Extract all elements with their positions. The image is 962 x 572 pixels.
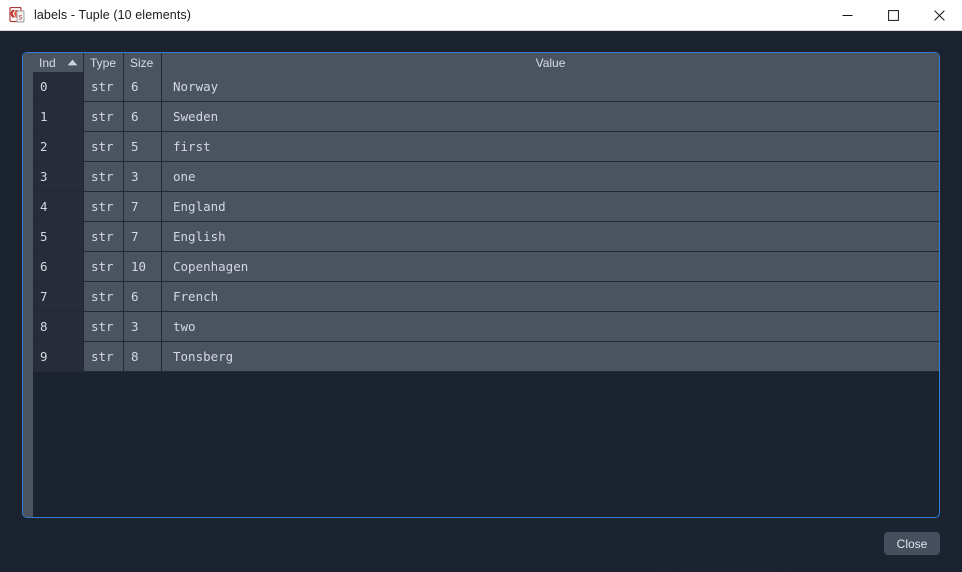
cell-index[interactable]: 6 [33, 252, 84, 281]
table-row[interactable]: 4 str 7 England [33, 192, 939, 222]
column-header-type-label: Type [90, 55, 117, 70]
column-header-value[interactable]: Value [162, 53, 939, 72]
cell-value[interactable]: one [162, 162, 939, 191]
cell-type[interactable]: str [84, 72, 124, 101]
footer: Close [0, 518, 962, 572]
column-header-size[interactable]: Size [124, 53, 162, 72]
cell-type[interactable]: str [84, 282, 124, 311]
cell-value[interactable]: Copenhagen [162, 252, 939, 281]
cell-type[interactable]: str [84, 162, 124, 191]
cell-size[interactable]: 3 [124, 162, 162, 191]
cell-index[interactable]: 8 [33, 312, 84, 341]
cell-type[interactable]: str [84, 312, 124, 341]
table-row[interactable]: 6 str 10 Copenhagen [33, 252, 939, 282]
window-controls [824, 0, 962, 31]
table-row[interactable]: 3 str 3 one [33, 162, 939, 192]
table-row[interactable]: 0 str 6 Norway [33, 72, 939, 102]
maximize-icon[interactable] [870, 0, 916, 31]
cell-value[interactable]: English [162, 222, 939, 251]
minimize-icon[interactable] [824, 0, 870, 31]
cell-value[interactable]: two [162, 312, 939, 341]
table-row[interactable]: 7 str 6 French [33, 282, 939, 312]
table-row[interactable]: 2 str 5 first [33, 132, 939, 162]
title-bar: s labels - Tuple (10 elements) [0, 0, 962, 31]
cell-value[interactable]: Sweden [162, 102, 939, 131]
cell-value[interactable]: first [162, 132, 939, 161]
cell-value[interactable]: French [162, 282, 939, 311]
cell-index[interactable]: 9 [33, 342, 84, 371]
column-header-type[interactable]: Type [84, 53, 124, 72]
column-header-index[interactable]: Ind [33, 53, 84, 72]
table-grid: Ind Type Size Value 0 str 6 Norway 1 str 6 Swed… [33, 53, 939, 517]
cell-type[interactable]: str [84, 102, 124, 131]
cell-size[interactable]: 7 [124, 222, 162, 251]
cell-index[interactable]: 1 [33, 102, 84, 131]
svg-text:s: s [19, 12, 23, 21]
cell-type[interactable]: str [84, 192, 124, 221]
table-row[interactable]: 5 str 7 English [33, 222, 939, 252]
close-button[interactable]: Close [884, 532, 940, 555]
cell-size[interactable]: 8 [124, 342, 162, 371]
cell-size[interactable]: 7 [124, 192, 162, 221]
table-row[interactable]: 8 str 3 two [33, 312, 939, 342]
table-row[interactable]: 1 str 6 Sweden [33, 102, 939, 132]
cell-index[interactable]: 4 [33, 192, 84, 221]
cell-index[interactable]: 0 [33, 72, 84, 101]
column-header-size-label: Size [130, 55, 154, 70]
column-header-index-label: Ind [39, 55, 56, 70]
spyder-variable-explorer-icon: s [9, 7, 25, 23]
table-row[interactable]: 9 str 8 Tonsberg [33, 342, 939, 372]
cell-size[interactable]: 3 [124, 312, 162, 341]
cell-size[interactable]: 6 [124, 72, 162, 101]
row-header-gutter [23, 53, 33, 517]
cell-index[interactable]: 5 [33, 222, 84, 251]
table-body: 0 str 6 Norway 1 str 6 Sweden 2 str 5 first 3 str 3 one… [33, 72, 939, 372]
cell-type[interactable]: str [84, 222, 124, 251]
cell-size[interactable]: 6 [124, 282, 162, 311]
cell-value[interactable]: Norway [162, 72, 939, 101]
triangle-up-icon [67, 59, 78, 66]
cell-size[interactable]: 6 [124, 102, 162, 131]
cell-value[interactable]: Tonsberg [162, 342, 939, 371]
cell-size[interactable]: 10 [124, 252, 162, 281]
cell-index[interactable]: 2 [33, 132, 84, 161]
close-icon[interactable] [916, 0, 962, 31]
cell-index[interactable]: 3 [33, 162, 84, 191]
cell-type[interactable]: str [84, 132, 124, 161]
variable-table[interactable]: Ind Type Size Value 0 str 6 Norway 1 str 6 Swed… [22, 52, 940, 518]
cell-size[interactable]: 5 [124, 132, 162, 161]
variable-explorer-window: s labels - Tuple (10 elements) Ind Type … [0, 0, 962, 572]
cell-value[interactable]: England [162, 192, 939, 221]
cell-type[interactable]: str [84, 342, 124, 371]
cell-index[interactable]: 7 [33, 282, 84, 311]
cell-type[interactable]: str [84, 252, 124, 281]
table-header-row: Ind Type Size Value [33, 53, 939, 72]
column-header-value-label: Value [535, 55, 566, 70]
window-title: labels - Tuple (10 elements) [34, 8, 192, 22]
